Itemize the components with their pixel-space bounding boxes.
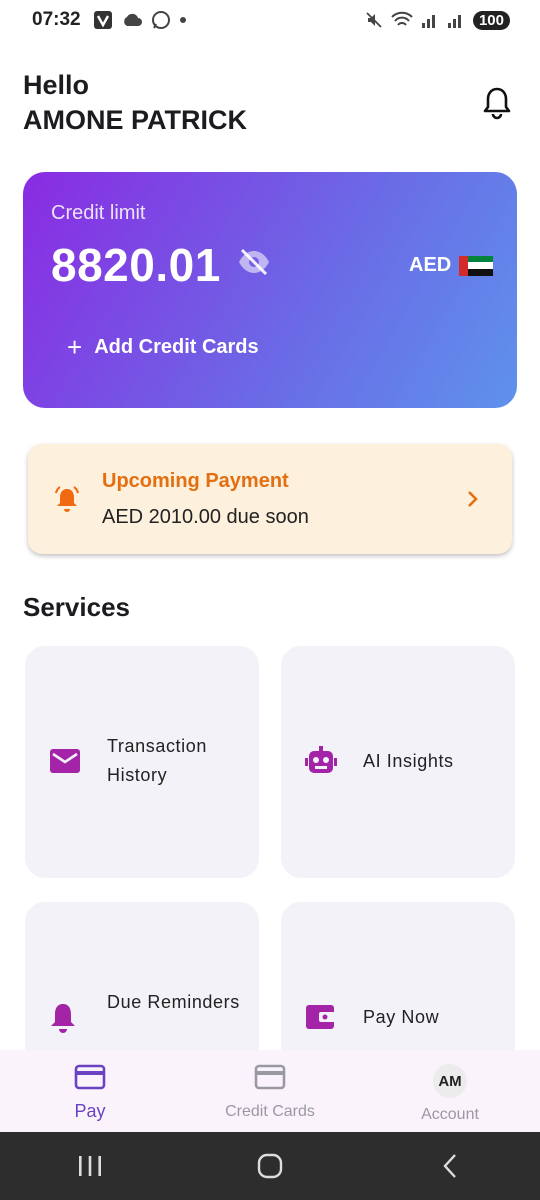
add-credit-cards-button[interactable]: + Add Credit Cards [67, 334, 259, 360]
status-bar: 07:32 100 [0, 0, 540, 40]
bell-icon [49, 1002, 77, 1039]
service-tile-ai-insights[interactable]: AI Insights [281, 646, 515, 878]
service-label: Pay Now [363, 1007, 440, 1027]
nav-item-pay[interactable]: Pay [0, 1050, 180, 1132]
service-label: Transaction History [107, 736, 207, 785]
user-name: AMONE PATRICK [23, 105, 247, 135]
recent-apps-icon[interactable] [60, 1146, 120, 1186]
v-app-icon [93, 10, 113, 30]
greeting-hello: Hello [23, 70, 90, 100]
alarm-bell-icon [52, 484, 82, 519]
battery-indicator: 100 [472, 10, 510, 30]
system-navigation-bar [0, 1132, 540, 1200]
services-heading: Services [23, 592, 130, 622]
robot-icon [305, 746, 337, 781]
nav-label-credit-cards: Credit Cards [225, 1103, 315, 1120]
notification-dot-icon [179, 16, 187, 24]
chevron-right-icon [464, 488, 482, 515]
cloud-icon [121, 12, 143, 28]
credit-limit-card: Credit limit 8820.01 AED + Add Credit Ca… [23, 172, 517, 408]
credit-limit-amount: 8820.01 [51, 239, 221, 291]
upcoming-payment-subtitle: AED 2010.00 due soon [102, 506, 309, 528]
service-label: Due Reminders [107, 992, 240, 1012]
visibility-off-icon[interactable] [237, 248, 271, 281]
upcoming-payment-banner[interactable]: Upcoming Payment AED 2010.00 due soon [28, 444, 512, 554]
home-icon[interactable] [240, 1146, 300, 1186]
currency-code: AED [409, 254, 452, 276]
service-tile-transaction-history[interactable]: Transaction History [25, 646, 259, 878]
mail-icon [49, 748, 81, 779]
whatsapp-icon [151, 10, 171, 30]
credit-card-icon [74, 1064, 106, 1095]
service-label: AI Insights [363, 751, 454, 771]
plus-icon: + [67, 332, 83, 362]
signal-icon [421, 11, 439, 29]
add-credit-cards-label: Add Credit Cards [94, 335, 259, 358]
status-time: 07:32 [32, 9, 81, 30]
nav-item-account[interactable]: AM Account [360, 1050, 540, 1132]
upcoming-payment-title: Upcoming Payment [102, 470, 289, 492]
back-icon[interactable] [420, 1146, 480, 1186]
mute-icon [365, 11, 383, 29]
credit-card-icon [254, 1064, 286, 1095]
signal-icon-2 [447, 11, 465, 29]
wifi-icon [391, 11, 413, 29]
currency-indicator: AED [409, 254, 494, 277]
uae-flag-icon [459, 255, 494, 276]
nav-label-account: Account [421, 1106, 479, 1123]
wallet-icon [305, 1002, 337, 1037]
nav-item-credit-cards[interactable]: Credit Cards [180, 1050, 360, 1132]
bottom-navigation: Pay Credit Cards AM Account [0, 1050, 540, 1132]
notifications-bell-icon[interactable] [482, 86, 512, 125]
credit-limit-label: Credit limit [51, 202, 146, 224]
greeting: Hello AMONE PATRICK [23, 68, 247, 138]
avatar: AM [433, 1064, 467, 1098]
nav-label-pay: Pay [74, 1101, 106, 1121]
